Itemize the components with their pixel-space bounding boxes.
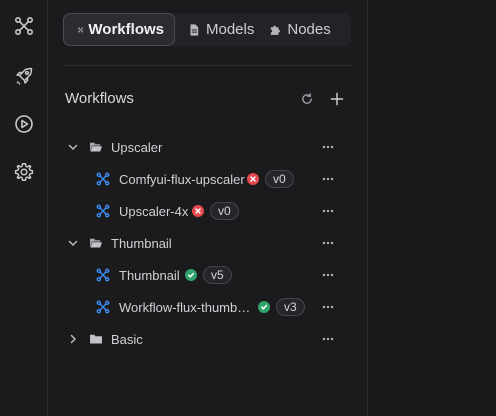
divider	[63, 65, 352, 66]
rail-run-button[interactable]	[10, 110, 38, 138]
version-badge: v3	[276, 298, 305, 316]
file-icon	[190, 23, 199, 36]
workflow-label: Thumbnail	[119, 267, 180, 283]
panel-title: Workflows	[65, 90, 134, 107]
success-status-icon	[185, 269, 197, 281]
refresh-icon	[302, 93, 312, 104]
folder-label: Upscaler	[111, 139, 163, 155]
folder-open-icon	[90, 142, 102, 152]
add-workflow-button[interactable]	[328, 90, 346, 108]
more-options-icon[interactable]	[321, 204, 335, 218]
folder-label: Basic	[111, 331, 143, 347]
more-options-icon[interactable]	[321, 140, 335, 154]
workflow-row[interactable]: Upscaler-4x v0	[48, 198, 368, 224]
workflow-icon	[14, 16, 34, 36]
tab-bar: Workflows Models Nodes	[63, 13, 351, 46]
workflows-panel: Workflows Models Nodes Workflows Upscale…	[48, 0, 368, 416]
tab-models-label: Models	[206, 21, 255, 38]
folder-label: Thumbnail	[111, 235, 172, 251]
chevron-down-icon[interactable]	[67, 237, 79, 249]
rail-workflows-button[interactable]	[10, 12, 38, 40]
gear-icon	[14, 163, 34, 181]
version-badge: v0	[210, 202, 239, 220]
folder-open-icon	[90, 238, 102, 248]
rail-deploy-button[interactable]	[10, 62, 38, 90]
tab-nodes[interactable]: Nodes	[264, 13, 340, 46]
error-status-icon	[192, 205, 204, 217]
version-badge: v5	[203, 266, 232, 284]
tab-models[interactable]: Models	[175, 13, 264, 46]
workflow-label: Workflow-flux-thumb…	[119, 299, 251, 315]
refresh-button[interactable]	[298, 90, 316, 108]
workflow-icon	[78, 27, 84, 32]
canvas-area	[368, 0, 496, 416]
plus-icon	[330, 92, 344, 106]
folder-row-basic[interactable]: Basic	[48, 326, 368, 352]
version-badge: v0	[265, 170, 294, 188]
workflow-label: Upscaler-4x	[119, 203, 189, 219]
folder-icon	[90, 334, 102, 344]
workflow-row[interactable]: Comfyui-flux-upscaler v0	[48, 166, 368, 192]
rail-settings-button[interactable]	[10, 158, 38, 186]
tab-workflows-label: Workflows	[88, 21, 164, 38]
more-options-icon[interactable]	[321, 300, 335, 314]
more-options-icon[interactable]	[321, 332, 335, 346]
play-circle-icon	[15, 115, 33, 133]
folder-row-upscaler[interactable]: Upscaler	[48, 134, 368, 160]
puzzle-icon	[271, 25, 281, 35]
workflow-row[interactable]: Workflow-flux-thumb… v3	[48, 294, 368, 320]
folder-row-thumbnail[interactable]: Thumbnail	[48, 230, 368, 256]
workflow-icon	[96, 172, 110, 186]
workflow-icon	[96, 204, 110, 218]
success-status-icon	[258, 301, 270, 313]
more-options-icon[interactable]	[321, 268, 335, 282]
chevron-right-icon[interactable]	[67, 333, 79, 345]
icon-rail	[0, 0, 48, 416]
tab-workflows[interactable]: Workflows	[63, 13, 175, 46]
workflow-label: Comfyui-flux-upscaler	[119, 171, 245, 187]
workflow-row[interactable]: Thumbnail v5	[48, 262, 368, 288]
tab-nodes-label: Nodes	[287, 21, 331, 38]
workflow-icon	[96, 300, 110, 314]
error-status-icon	[247, 173, 259, 185]
more-options-icon[interactable]	[321, 172, 335, 186]
rocket-icon	[16, 67, 33, 85]
more-options-icon[interactable]	[321, 236, 335, 250]
workflow-icon	[96, 268, 110, 282]
chevron-down-icon[interactable]	[67, 141, 79, 153]
